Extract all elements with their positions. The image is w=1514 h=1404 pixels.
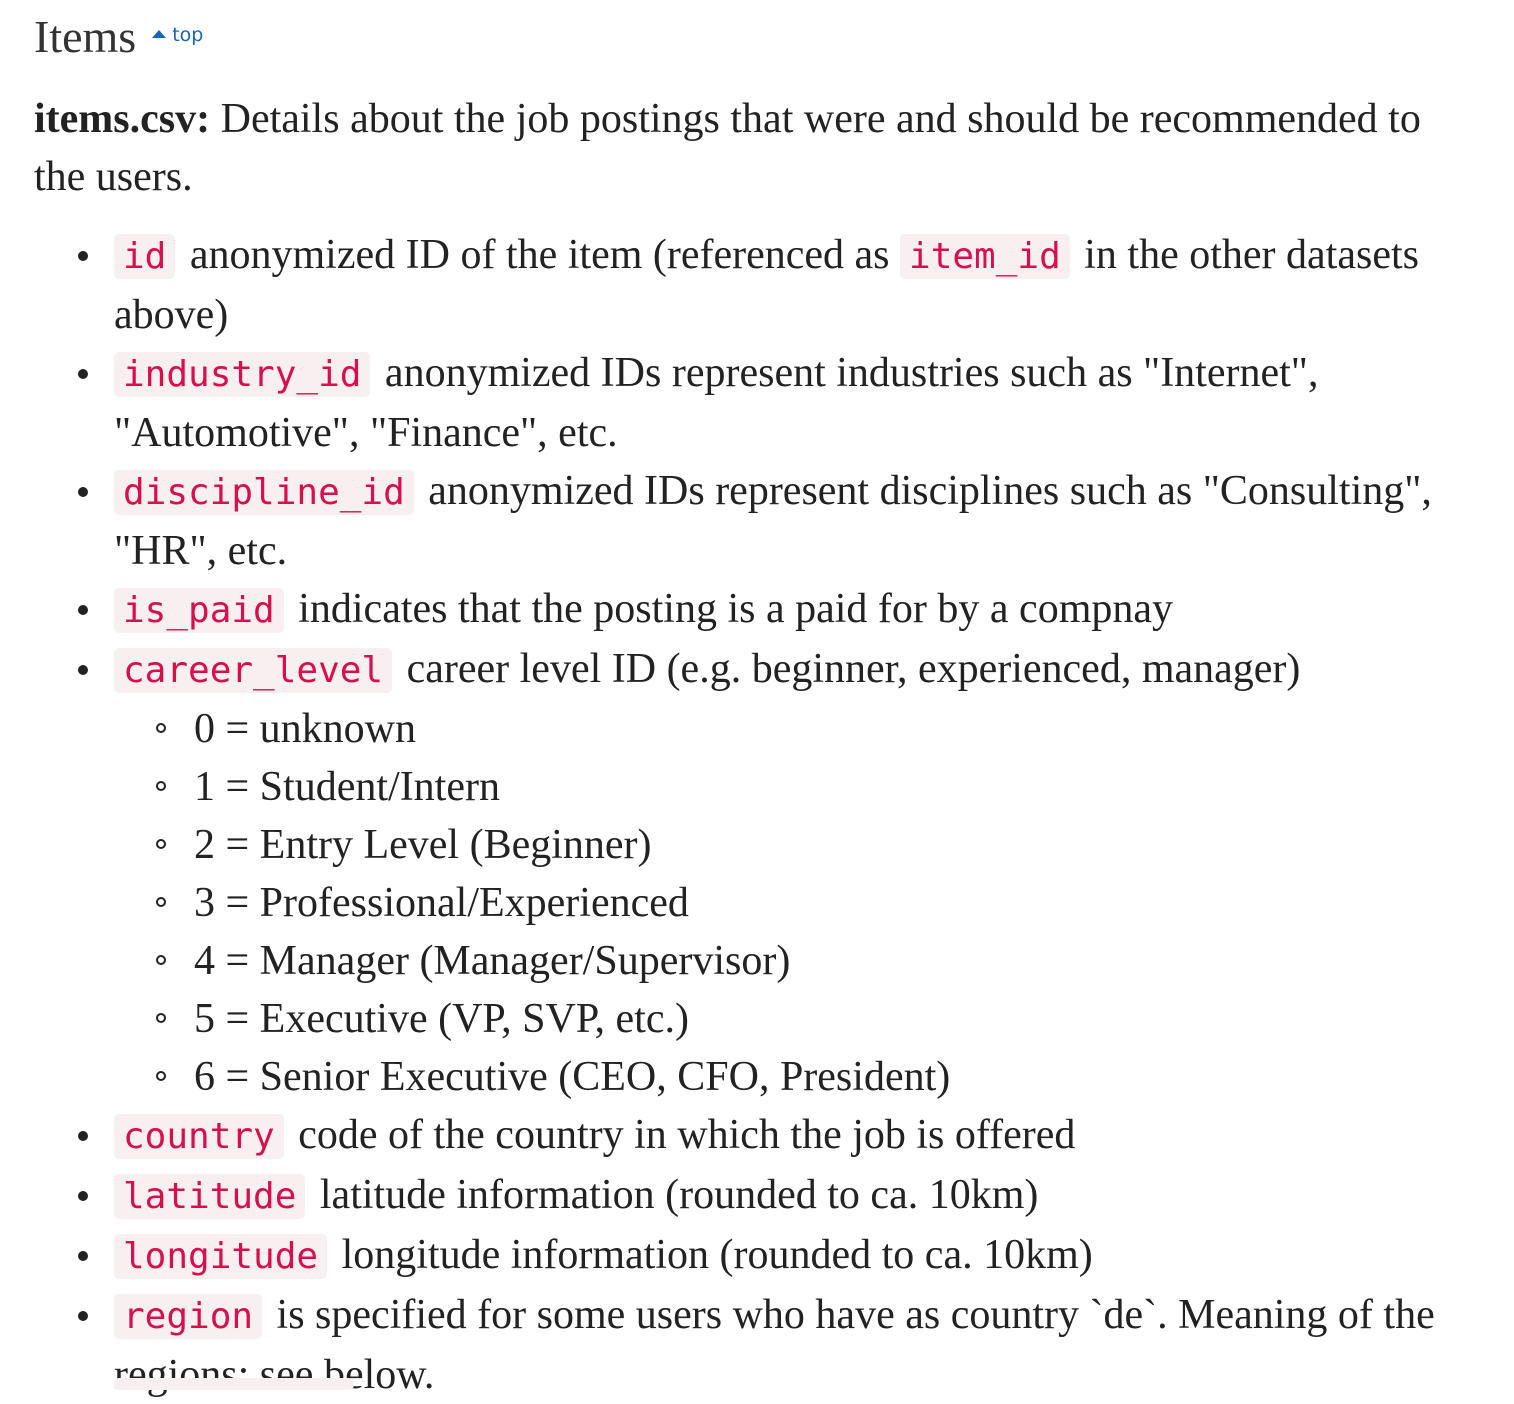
field-code-region: region xyxy=(114,1294,263,1339)
list-item-latitude: latitude latitude information (rounded t… xyxy=(34,1166,1474,1226)
field-description: career level ID (e.g. beginner, experien… xyxy=(396,646,1301,692)
field-code-career-level: career_level xyxy=(114,648,393,693)
field-description: code of the country in which the job is … xyxy=(287,1112,1076,1158)
clipped-code-chip xyxy=(114,1378,354,1390)
list-item-discipline-id: discipline_id anonymized IDs represent d… xyxy=(34,462,1474,580)
list-item-country: country code of the country in which the… xyxy=(34,1106,1474,1166)
field-code-country: country xyxy=(114,1114,284,1159)
field-code-item-id: item_id xyxy=(900,234,1070,279)
field-description: anonymized ID of the item (referenced as xyxy=(179,232,901,278)
field-code-industry-id: industry_id xyxy=(114,352,371,397)
heading-row: Items top xyxy=(34,10,1474,64)
list-item-career-level: career_level career level ID (e.g. begin… xyxy=(34,640,1474,1106)
career-level-item: 6 = Senior Executive (CEO, CFO, Presiden… xyxy=(114,1048,1474,1106)
field-description: latitude information (rounded to ca. 10k… xyxy=(309,1172,1039,1218)
list-item-is-paid: is_paid indicates that the posting is a … xyxy=(34,580,1474,640)
career-level-item: 4 = Manager (Manager/Supervisor) xyxy=(114,932,1474,990)
intro-text: Details about the job postings that were… xyxy=(34,96,1421,200)
field-code-id: id xyxy=(114,234,176,279)
items-section: Items top items.csv: Details about the j… xyxy=(34,0,1474,1404)
intro-paragraph: items.csv: Details about the job posting… xyxy=(34,90,1474,206)
career-level-item: 5 = Executive (VP, SVP, etc.) xyxy=(114,990,1474,1048)
back-to-top-link[interactable]: top xyxy=(152,24,203,46)
field-code-longitude: longitude xyxy=(114,1234,328,1279)
field-description: indicates that the posting is a paid for… xyxy=(287,586,1173,632)
field-code-is-paid: is_paid xyxy=(114,588,284,633)
caret-up-icon xyxy=(152,30,167,38)
list-item-longitude: longitude longitude information (rounded… xyxy=(34,1226,1474,1286)
field-code-discipline-id: discipline_id xyxy=(114,470,414,515)
career-level-item: 3 = Professional/Experienced xyxy=(114,874,1474,932)
list-item-industry-id: industry_id anonymized IDs represent ind… xyxy=(34,344,1474,462)
top-link-label: top xyxy=(172,24,204,46)
section-heading: Items xyxy=(34,11,137,62)
field-code-latitude: latitude xyxy=(114,1174,306,1219)
career-level-list: 0 = unknown 1 = Student/Intern 2 = Entry… xyxy=(114,700,1474,1106)
career-level-item: 1 = Student/Intern xyxy=(114,758,1474,816)
field-description: longitude information (rounded to ca. 10… xyxy=(331,1232,1093,1278)
filename-label: items.csv: xyxy=(34,96,211,142)
field-list: id anonymized ID of the item (referenced… xyxy=(34,226,1474,1404)
career-level-item: 2 = Entry Level (Beginner) xyxy=(114,816,1474,874)
career-level-item: 0 = unknown xyxy=(114,700,1474,758)
list-item-id: id anonymized ID of the item (referenced… xyxy=(34,226,1474,344)
